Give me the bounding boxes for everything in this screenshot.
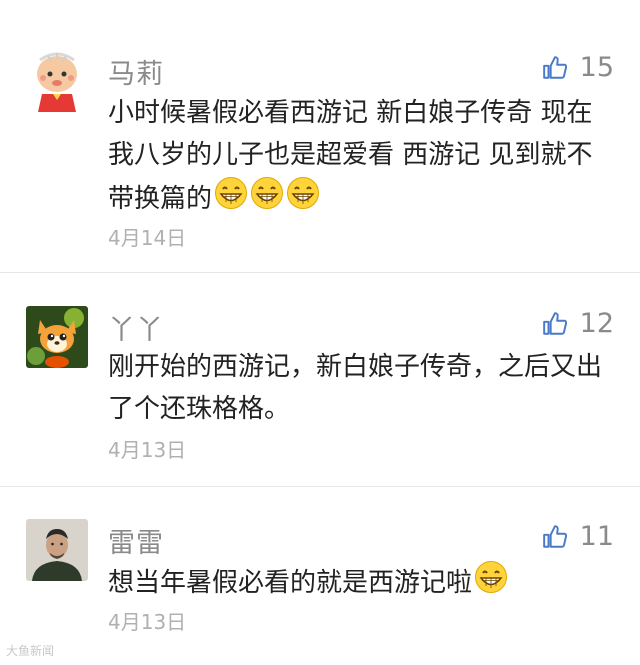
like-button[interactable]: 11 (542, 521, 614, 552)
comment-date: 4月13日 (108, 610, 187, 634)
like-count: 11 (579, 521, 614, 552)
watermark: 大鱼新闻 (6, 644, 55, 658)
comment-item: 雷雷 11 想当年暑假必看的就是西游记啦 4月13日 (0, 0, 640, 665)
comment-text: 想当年暑假必看的就是西游记啦 (108, 560, 618, 607)
thumbs-up-icon (542, 524, 567, 548)
comment-author[interactable]: 雷雷 (108, 521, 164, 560)
man-photo-avatar-icon (26, 519, 88, 581)
avatar[interactable] (26, 519, 88, 581)
comment-text-content: 想当年暑假必看的就是西游记啦 (108, 568, 473, 598)
grin-emoji-icon (474, 560, 508, 607)
